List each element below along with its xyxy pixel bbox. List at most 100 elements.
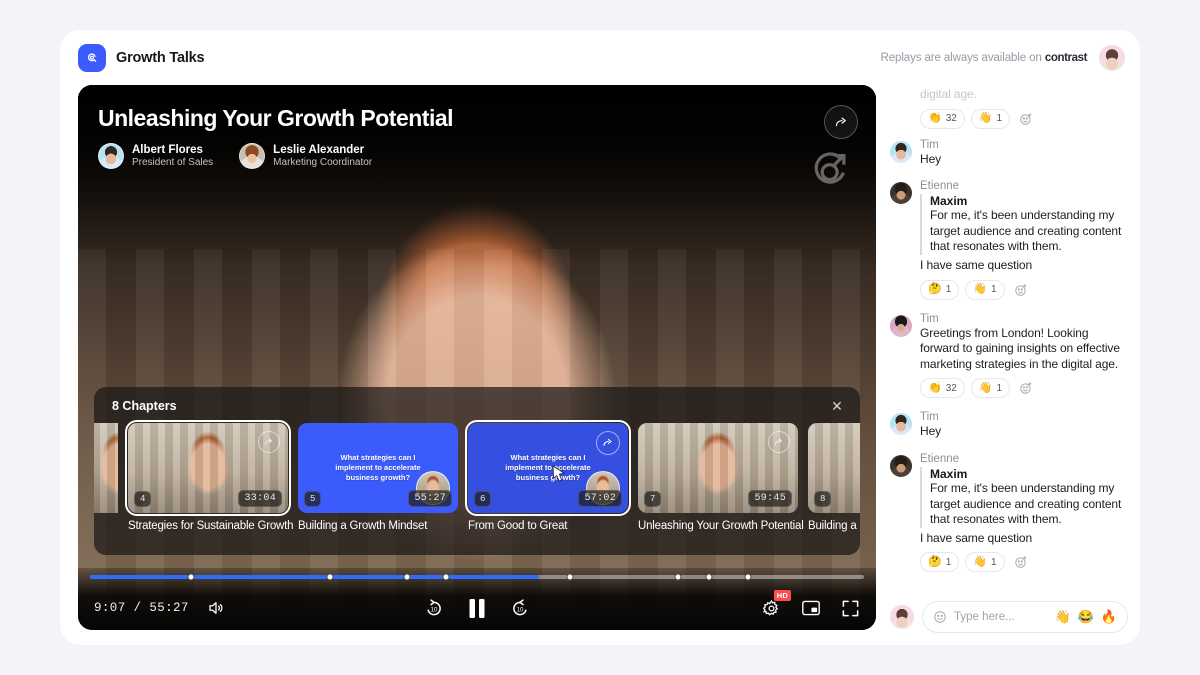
share-arrow-icon[interactable] <box>768 431 790 453</box>
chat-messages[interactable]: digital age. 👏 32 👋 1 <box>890 85 1128 593</box>
chapter-marker[interactable] <box>675 574 682 581</box>
chapter-marker[interactable] <box>326 574 333 581</box>
reaction-pill[interactable]: 👋 1 <box>965 280 1004 300</box>
volume-icon[interactable] <box>207 599 225 617</box>
message-text: Greetings from London! Looking forward t… <box>920 326 1128 373</box>
share-arrow-icon[interactable] <box>596 431 620 455</box>
chapter-item[interactable]: 4 33:04 Strategies for Sustainable Growt… <box>128 423 288 532</box>
picture-in-picture-icon[interactable] <box>801 599 821 617</box>
chapter-label: Unleashing Your Growth Potential <box>638 520 798 532</box>
settings-button[interactable]: HD <box>762 599 781 618</box>
duration: 55:27 <box>149 601 189 615</box>
avatar[interactable] <box>890 413 912 435</box>
chat-input[interactable]: Type here... <box>954 611 1047 623</box>
add-reaction-icon[interactable] <box>1016 109 1036 129</box>
chapter-marker[interactable] <box>706 574 713 581</box>
speaker-avatar <box>239 143 265 169</box>
chapter-thumbnail[interactable]: 4 33:04 <box>128 423 288 513</box>
chapter-thumbnail[interactable]: 7 59:45 <box>638 423 798 513</box>
emoji-picker-icon[interactable] <box>933 610 947 624</box>
reaction-pill[interactable]: 👏 32 <box>920 378 965 398</box>
add-reaction-icon[interactable] <box>1016 378 1036 398</box>
add-reaction-icon[interactable] <box>1011 280 1031 300</box>
reaction-pill[interactable]: 👏 32 <box>920 109 965 129</box>
message-author: Etienne <box>920 453 1128 465</box>
reaction-count: 1 <box>997 383 1003 394</box>
chapter-marker[interactable] <box>744 574 751 581</box>
reaction-pill[interactable]: 👋 1 <box>971 109 1010 129</box>
chapter-timecode: 33:04 <box>238 490 282 507</box>
chapter-label: Strategies for Sustainable Growth <box>128 520 288 532</box>
chapters-strip[interactable]: 3 4 33:04 St <box>94 423 860 532</box>
mouse-cursor-icon <box>552 465 566 488</box>
progress-bar[interactable] <box>90 575 864 579</box>
message-author: Tim <box>920 411 941 423</box>
reaction-count: 32 <box>946 113 957 124</box>
slide-text: What strategies can I implement to accel… <box>328 453 428 483</box>
chapter-label: From Good to Great <box>468 520 628 532</box>
chat-message: Tim Greetings from London! Looking forwa… <box>890 313 1128 399</box>
app-header: Growth Talks Replays are always availabl… <box>60 30 1140 85</box>
player-controls: 9:07 / 55:27 <box>78 568 876 630</box>
slide-text: What strategies can I implement to accel… <box>498 453 598 483</box>
brand[interactable]: Growth Talks <box>78 44 204 72</box>
video-player[interactable]: Unleashing Your Growth Potential Albert … <box>78 85 876 630</box>
chapter-number: 8 <box>814 491 831 507</box>
message-author: Etienne <box>920 180 1128 192</box>
quality-badge: HD <box>774 590 791 601</box>
chapter-thumbnail[interactable]: 3 <box>94 423 118 513</box>
contrast-logo-icon <box>78 44 106 72</box>
chapter-item[interactable]: What strategies can I implement to accel… <box>468 423 628 532</box>
quick-reactions[interactable]: 👋 😂 🔥 <box>1054 609 1117 625</box>
joy-emoji-icon[interactable]: 😂 <box>1078 609 1094 625</box>
chapter-marker[interactable] <box>404 574 411 581</box>
fire-emoji-icon[interactable]: 🔥 <box>1101 609 1117 625</box>
avatar[interactable] <box>890 182 912 204</box>
chapter-item[interactable]: What strategies can I implement to accel… <box>298 423 458 532</box>
message-author: Tim <box>920 313 1128 325</box>
chapter-thumbnail[interactable]: What strategies can I implement to accel… <box>468 423 628 513</box>
chat-input-wrapper[interactable]: Type here... 👋 😂 🔥 <box>922 601 1128 633</box>
chapter-timecode: 57:02 <box>578 490 622 507</box>
wave-emoji-icon: 👋 <box>973 557 987 568</box>
reaction-pill[interactable]: 👋 1 <box>965 552 1004 572</box>
avatar <box>890 605 914 629</box>
close-icon[interactable]: ✕ <box>828 397 846 415</box>
svg-text:10: 10 <box>517 606 524 613</box>
message-text: Hey <box>920 424 941 440</box>
fullscreen-icon[interactable] <box>841 599 860 618</box>
chapter-item[interactable]: 8 Building a G <box>808 423 860 532</box>
chapter-thumbnail[interactable]: What strategies can I implement to accel… <box>298 423 458 513</box>
avatar[interactable] <box>890 455 912 477</box>
user-avatar[interactable] <box>1099 45 1125 71</box>
chapter-marker[interactable] <box>443 574 450 581</box>
chapter-marker[interactable] <box>187 574 194 581</box>
reaction-pill[interactable]: 🤔 1 <box>920 552 959 572</box>
reaction-pill[interactable]: 🤔 1 <box>920 280 959 300</box>
message-text: I have same question <box>920 531 1128 547</box>
wave-emoji-icon[interactable]: 👋 <box>1054 609 1070 625</box>
chapter-marker[interactable] <box>566 574 573 581</box>
avatar[interactable] <box>890 315 912 337</box>
speaker: Leslie Alexander Marketing Coordinator <box>239 143 372 170</box>
forward-10-icon[interactable]: 10 <box>510 598 531 619</box>
reaction-pill[interactable]: 👋 1 <box>971 378 1010 398</box>
share-arrow-icon[interactable] <box>824 105 858 139</box>
chapter-number: 4 <box>134 491 151 507</box>
pause-icon[interactable] <box>469 599 486 618</box>
chat-panel: digital age. 👏 32 👋 1 <box>876 85 1140 645</box>
chat-message: digital age. 👏 32 👋 1 <box>890 87 1128 129</box>
share-arrow-icon[interactable] <box>258 431 280 453</box>
add-reaction-icon[interactable] <box>1011 552 1031 572</box>
main-area: Unleashing Your Growth Potential Albert … <box>60 85 1140 645</box>
reaction-count: 32 <box>946 383 957 394</box>
rewind-10-icon[interactable]: 10 <box>424 598 445 619</box>
chapter-label: Building a Growth Mindset <box>298 520 458 532</box>
quote-text: For me, it's been understanding my targe… <box>930 208 1128 255</box>
avatar[interactable] <box>890 141 912 163</box>
chapter-item[interactable]: 7 59:45 Unleashing Your Growth Potential <box>638 423 798 532</box>
controls-right: HD <box>762 599 860 618</box>
brand-name: Growth Talks <box>116 50 204 66</box>
chapter-item[interactable]: 3 <box>94 423 118 520</box>
chapter-thumbnail[interactable]: 8 <box>808 423 860 513</box>
